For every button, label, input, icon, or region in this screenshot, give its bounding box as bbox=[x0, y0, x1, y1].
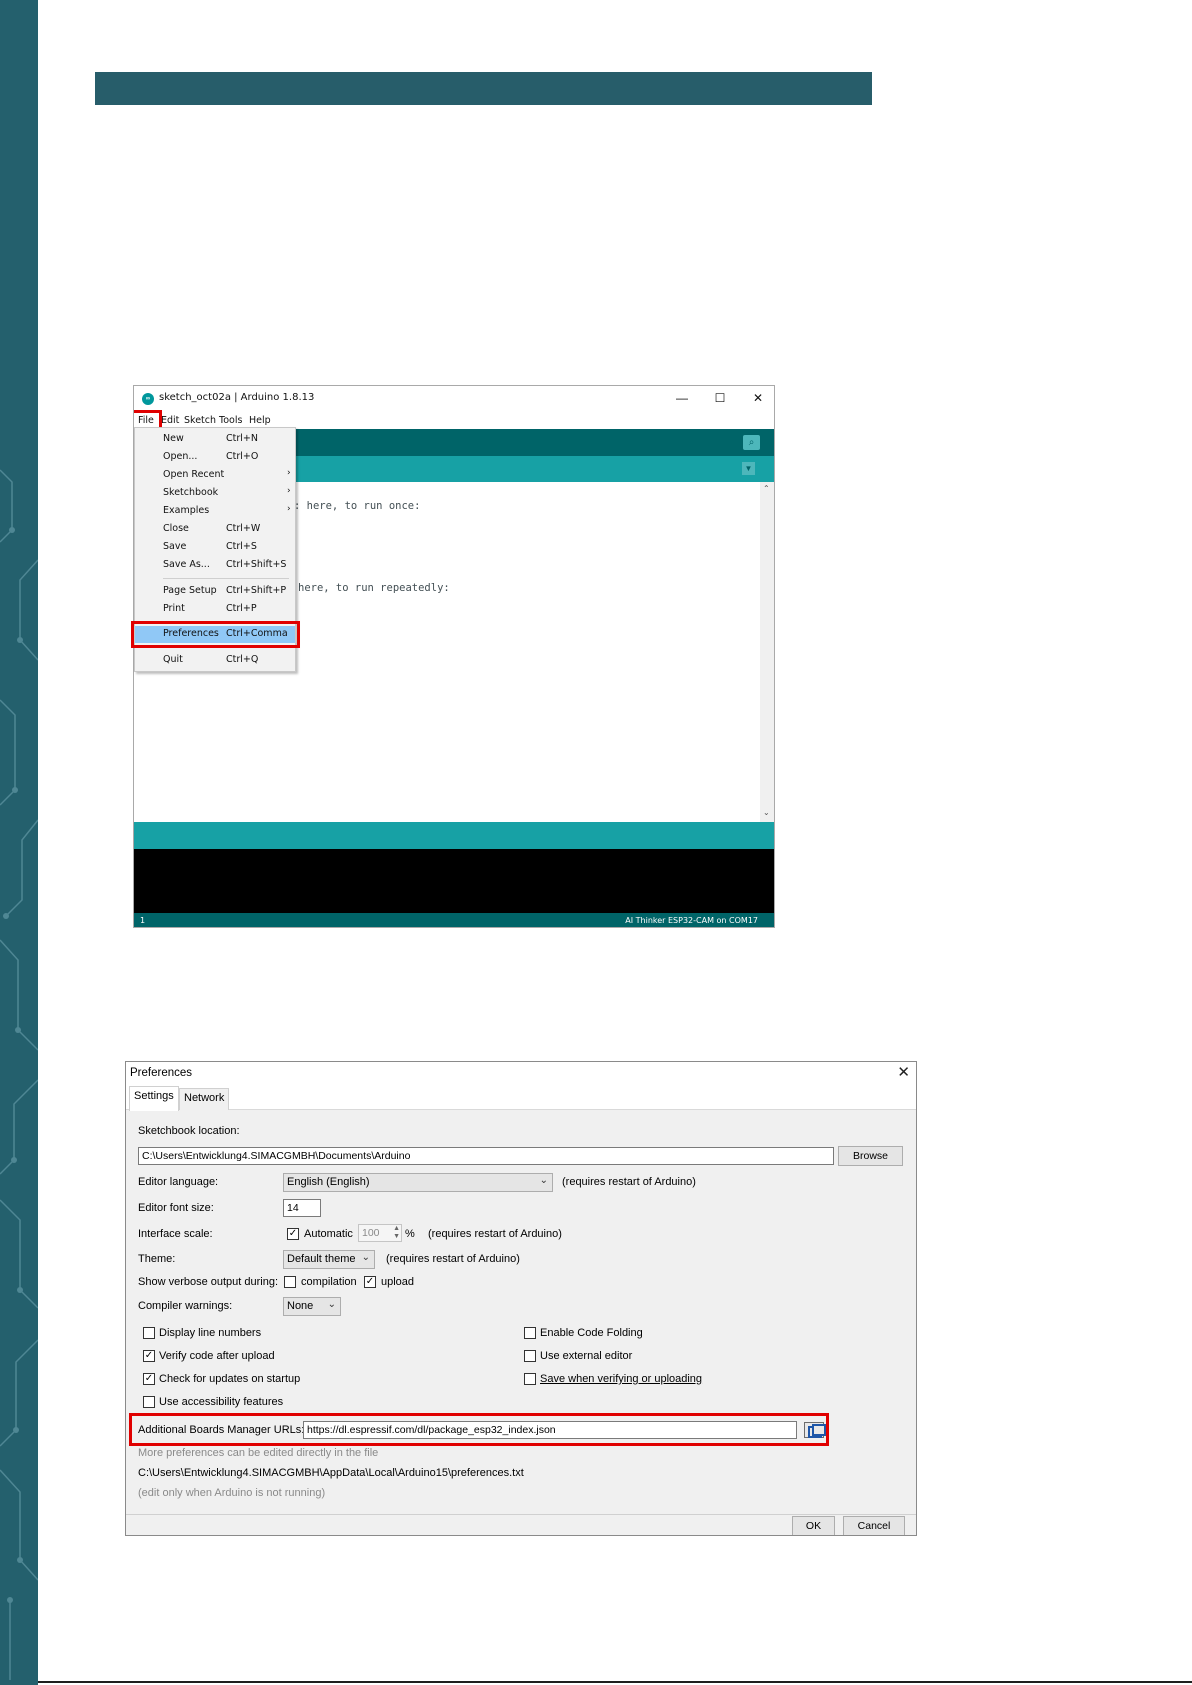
ok-button[interactable]: OK bbox=[792, 1516, 835, 1535]
scale-stepper[interactable]: 100 ▲ ▼ bbox=[358, 1224, 402, 1242]
menu-help[interactable]: Help bbox=[249, 415, 271, 426]
check-updates-checkbox[interactable]: ✓ bbox=[143, 1373, 155, 1385]
sketchbook-label: Sketchbook location: bbox=[138, 1125, 240, 1137]
save-when-verifying-checkbox[interactable] bbox=[524, 1373, 536, 1385]
ide-console bbox=[134, 849, 774, 913]
code-line: here, to run repeatedly: bbox=[298, 582, 450, 594]
automatic-label: Automatic bbox=[304, 1228, 353, 1240]
verbose-upload-checkbox[interactable]: ✓ bbox=[364, 1276, 376, 1288]
submenu-arrow-icon: › bbox=[287, 486, 291, 496]
ide-titlebar: ∞ sketch_oct02a | Arduino 1.8.13 — ☐ ✕ bbox=[134, 386, 774, 412]
tab-network[interactable]: Network bbox=[179, 1088, 230, 1110]
accessibility-label: Use accessibility features bbox=[159, 1396, 284, 1408]
warnings-select[interactable]: None ⌄ bbox=[283, 1297, 341, 1316]
warnings-label: Compiler warnings: bbox=[138, 1300, 233, 1312]
editor-scrollbar[interactable]: ⌃ ⌄ bbox=[760, 482, 774, 822]
ide-window-title: sketch_oct02a | Arduino 1.8.13 bbox=[159, 392, 315, 403]
menu-item-print[interactable]: Print Ctrl+P bbox=[135, 601, 295, 618]
line-number: 1 bbox=[140, 916, 146, 925]
verbose-compilation-label: compilation bbox=[301, 1276, 357, 1288]
sketchbook-path-input[interactable]: C:\Users\Entwicklung4.SIMACGMBH\Document… bbox=[138, 1147, 834, 1165]
ide-footer: 1 AI Thinker ESP32-CAM on COM17 bbox=[134, 913, 774, 927]
code-folding-label: Enable Code Folding bbox=[540, 1327, 643, 1339]
verbose-compilation-checkbox[interactable] bbox=[284, 1276, 296, 1288]
external-editor-label: Use external editor bbox=[540, 1350, 633, 1362]
scroll-down-icon[interactable]: ⌄ bbox=[763, 808, 770, 817]
cancel-button[interactable]: Cancel bbox=[843, 1516, 905, 1535]
more-prefs-note: More preferences can be edited directly … bbox=[138, 1447, 379, 1459]
menu-item-save-as[interactable]: Save As... Ctrl+Shift+S bbox=[135, 557, 295, 574]
check-updates-label: Check for updates on startup bbox=[159, 1373, 301, 1385]
menu-item-new[interactable]: New Ctrl+N bbox=[135, 431, 295, 448]
browse-button[interactable]: Browse bbox=[838, 1146, 903, 1166]
automatic-checkbox[interactable]: ✓ bbox=[287, 1228, 299, 1240]
theme-restart-note: (requires restart of Arduino) bbox=[386, 1253, 520, 1265]
tab-menu-chevron-down-icon[interactable]: ▼ bbox=[742, 462, 755, 475]
chevron-down-icon: ⌄ bbox=[327, 1299, 336, 1310]
language-restart-note: (requires restart of Arduino) bbox=[562, 1176, 696, 1188]
preferences-dialog: Preferences ✕ Settings Network Sketchboo… bbox=[125, 1061, 917, 1536]
menu-item-close[interactable]: Close Ctrl+W bbox=[135, 521, 295, 538]
menu-separator bbox=[163, 578, 289, 579]
verbose-upload-label: upload bbox=[381, 1276, 415, 1288]
decorative-sidebar bbox=[0, 0, 38, 1685]
prefs-divider bbox=[126, 1514, 916, 1515]
section-header-bar bbox=[95, 72, 872, 105]
verify-code-label: Verify code after upload bbox=[159, 1350, 275, 1362]
verbose-label: Show verbose output during: bbox=[138, 1276, 279, 1288]
menu-item-open-recent[interactable]: Open Recent › bbox=[135, 467, 295, 484]
board-status: AI Thinker ESP32-CAM on COM17 bbox=[625, 916, 758, 925]
submenu-arrow-icon: › bbox=[287, 504, 291, 514]
menu-item-save[interactable]: Save Ctrl+S bbox=[135, 539, 295, 556]
minimize-icon[interactable]: — bbox=[667, 388, 697, 408]
accessibility-checkbox[interactable] bbox=[143, 1396, 155, 1408]
menu-item-page-setup[interactable]: Page Setup Ctrl+Shift+P bbox=[135, 583, 295, 600]
arduino-logo-icon: ∞ bbox=[142, 393, 154, 405]
prefs-titlebar: Preferences ✕ bbox=[126, 1062, 916, 1084]
verify-code-checkbox[interactable]: ✓ bbox=[143, 1350, 155, 1362]
theme-select[interactable]: Default theme ⌄ bbox=[283, 1250, 375, 1269]
scale-restart-note: (requires restart of Arduino) bbox=[428, 1228, 562, 1240]
prefs-title: Preferences bbox=[130, 1067, 193, 1079]
stepper-arrows-icon: ▲ ▼ bbox=[393, 1225, 400, 1240]
save-when-verifying-label: Save when verifying or uploading bbox=[540, 1373, 703, 1385]
menu-sketch[interactable]: Sketch bbox=[184, 415, 216, 426]
edit-note: (edit only when Arduino is not running) bbox=[138, 1487, 326, 1499]
circuit-pattern bbox=[0, 469, 38, 1680]
display-line-numbers-checkbox[interactable] bbox=[143, 1327, 155, 1339]
maximize-icon[interactable]: ☐ bbox=[705, 388, 735, 408]
menu-tools[interactable]: Tools bbox=[219, 415, 242, 426]
menu-item-quit[interactable]: Quit Ctrl+Q bbox=[135, 652, 295, 669]
external-editor-checkbox[interactable] bbox=[524, 1350, 536, 1362]
scroll-up-icon[interactable]: ⌃ bbox=[763, 484, 770, 493]
prefs-file-path[interactable]: C:\Users\Entwicklung4.SIMACGMBH\AppData\… bbox=[138, 1467, 524, 1479]
menu-item-sketchbook[interactable]: Sketchbook › bbox=[135, 485, 295, 502]
menu-item-examples[interactable]: Examples › bbox=[135, 503, 295, 520]
display-line-numbers-label: Display line numbers bbox=[159, 1327, 262, 1339]
scale-unit: % bbox=[405, 1228, 415, 1240]
code-folding-checkbox[interactable] bbox=[524, 1327, 536, 1339]
menu-item-open[interactable]: Open... Ctrl+O bbox=[135, 449, 295, 466]
prefs-tabs: Settings Network bbox=[126, 1084, 916, 1111]
font-size-label: Editor font size: bbox=[138, 1202, 214, 1214]
ide-statusbar bbox=[134, 822, 774, 849]
language-select[interactable]: English (English) ⌄ bbox=[283, 1173, 553, 1192]
chevron-down-icon: ⌄ bbox=[539, 1175, 548, 1186]
close-icon[interactable]: ✕ bbox=[897, 1063, 910, 1081]
theme-label: Theme: bbox=[138, 1253, 176, 1265]
tab-settings[interactable]: Settings bbox=[129, 1086, 179, 1111]
code-line: : here, to run once: bbox=[294, 500, 421, 512]
footer-rule bbox=[38, 1681, 1192, 1683]
scale-label: Interface scale: bbox=[138, 1228, 213, 1240]
chevron-down-icon: ⌄ bbox=[361, 1252, 370, 1263]
preferences-highlight bbox=[131, 621, 300, 648]
submenu-arrow-icon: › bbox=[287, 468, 291, 478]
language-label: Editor language: bbox=[138, 1176, 219, 1188]
boards-url-highlight bbox=[129, 1413, 829, 1446]
close-icon[interactable]: ✕ bbox=[743, 388, 773, 408]
font-size-input[interactable]: 14 bbox=[283, 1199, 321, 1217]
serial-monitor-icon[interactable]: ⌕ bbox=[743, 435, 760, 450]
menu-edit[interactable]: Edit bbox=[161, 415, 179, 426]
